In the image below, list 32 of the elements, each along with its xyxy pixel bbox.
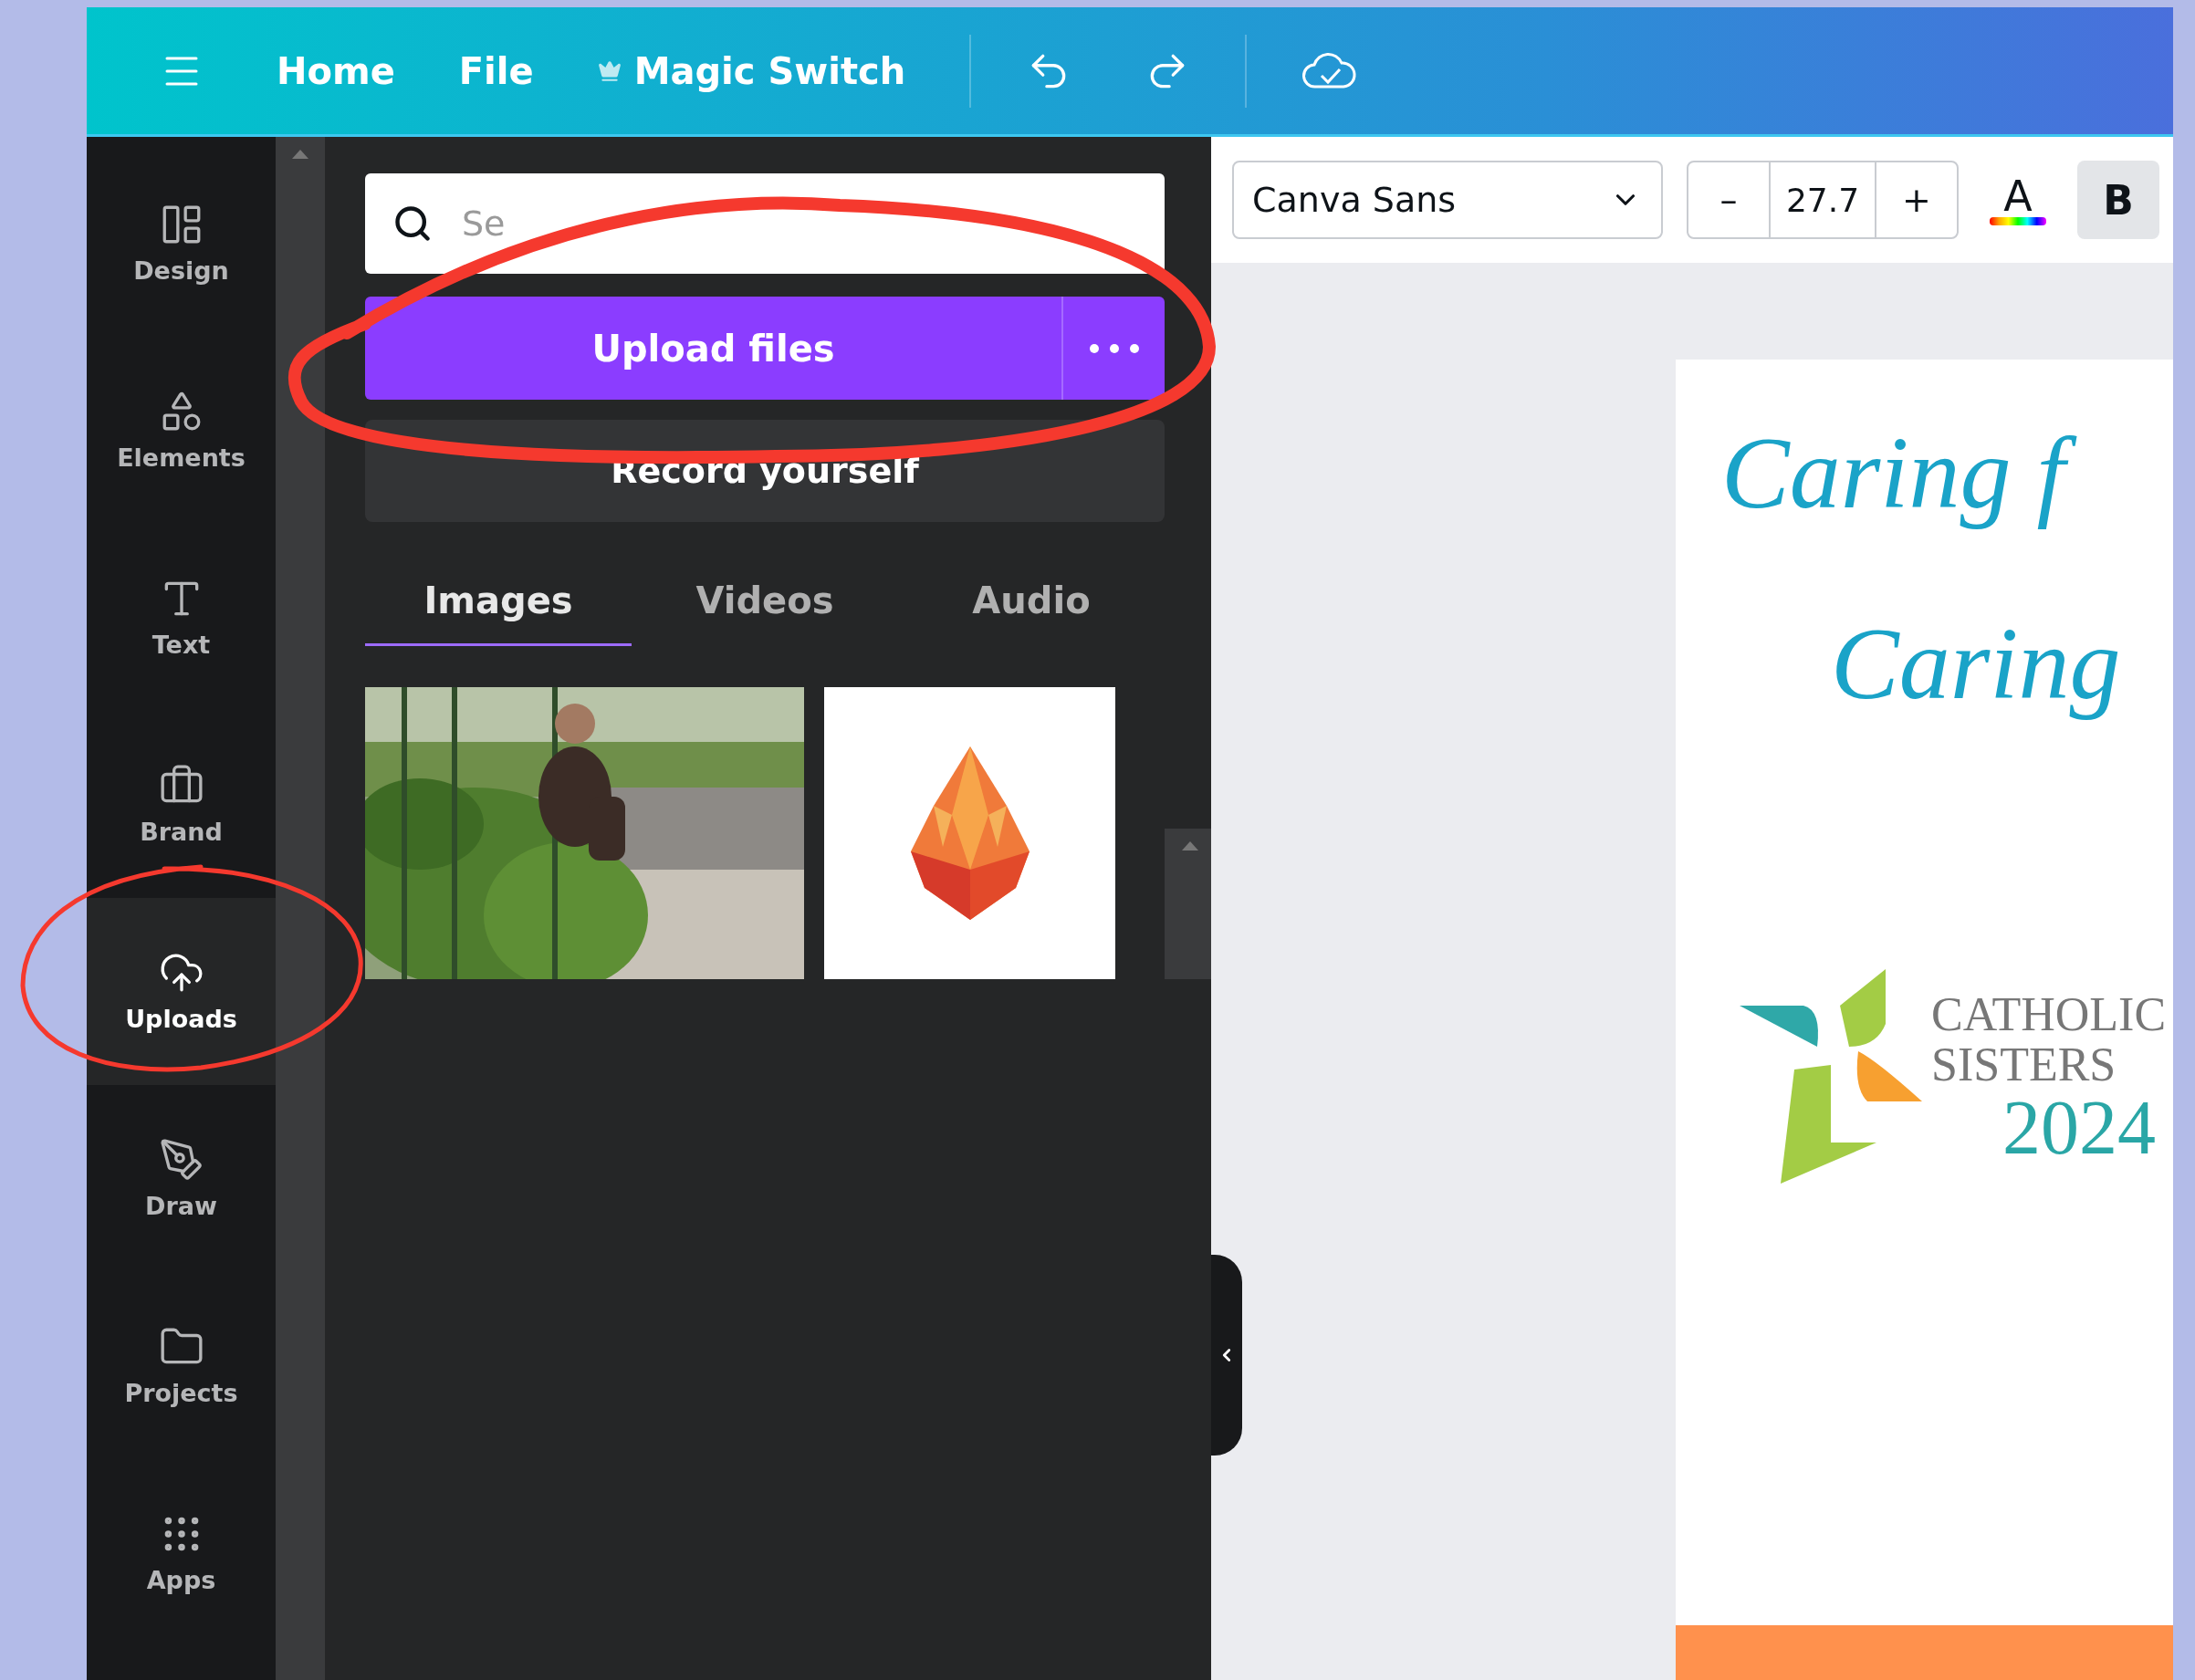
crown-icon <box>597 58 622 83</box>
media-tab[interactable]: Audio <box>898 557 1165 646</box>
font-dropdown[interactable]: Canva Sans <box>1232 161 1663 239</box>
logo-text: SISTERS <box>1931 1039 2117 1090</box>
sidebar-item[interactable]: Brand <box>87 711 276 898</box>
scroll-up-icon[interactable] <box>292 150 308 159</box>
collapse-panel-handle[interactable] <box>1211 1255 1242 1456</box>
bold-button[interactable]: B <box>2077 161 2159 239</box>
pen-icon <box>158 1137 204 1183</box>
sidebar-item[interactable]: Draw <box>87 1085 276 1272</box>
scroll-up-icon[interactable] <box>1181 841 1198 850</box>
upload-files-button[interactable]: Upload files <box>365 297 1061 400</box>
font-size-value[interactable]: 27.7 <box>1769 162 1876 237</box>
media-tab[interactable]: Videos <box>632 557 898 646</box>
sidebar-item[interactable]: Elements <box>87 337 276 524</box>
more-dots-icon <box>1088 342 1140 354</box>
sidebar-item[interactable]: Uploads <box>87 898 276 1085</box>
sidebar-item[interactable]: Design <box>87 150 276 337</box>
increase-size-button[interactable]: + <box>1876 162 1957 237</box>
script-heading: Caring <box>1830 605 2122 722</box>
decrease-size-button[interactable]: – <box>1688 162 1769 237</box>
search-icon <box>392 203 433 244</box>
script-heading: Caring f <box>1676 414 2173 532</box>
logo-year: 2024 <box>2002 1090 2157 1167</box>
sidebar-item[interactable]: Text <box>87 524 276 711</box>
sidebar-item[interactable]: Projects <box>87 1272 276 1459</box>
search-input[interactable]: Se <box>460 203 1137 245</box>
media-tab[interactable]: Images <box>365 557 632 646</box>
text-color-button[interactable]: A <box>1982 174 2054 225</box>
sidebar-item[interactable]: Apps <box>87 1459 276 1646</box>
logo-text: CATHOLIC <box>1931 990 2167 1040</box>
more-options-button[interactable] <box>1061 297 1165 400</box>
